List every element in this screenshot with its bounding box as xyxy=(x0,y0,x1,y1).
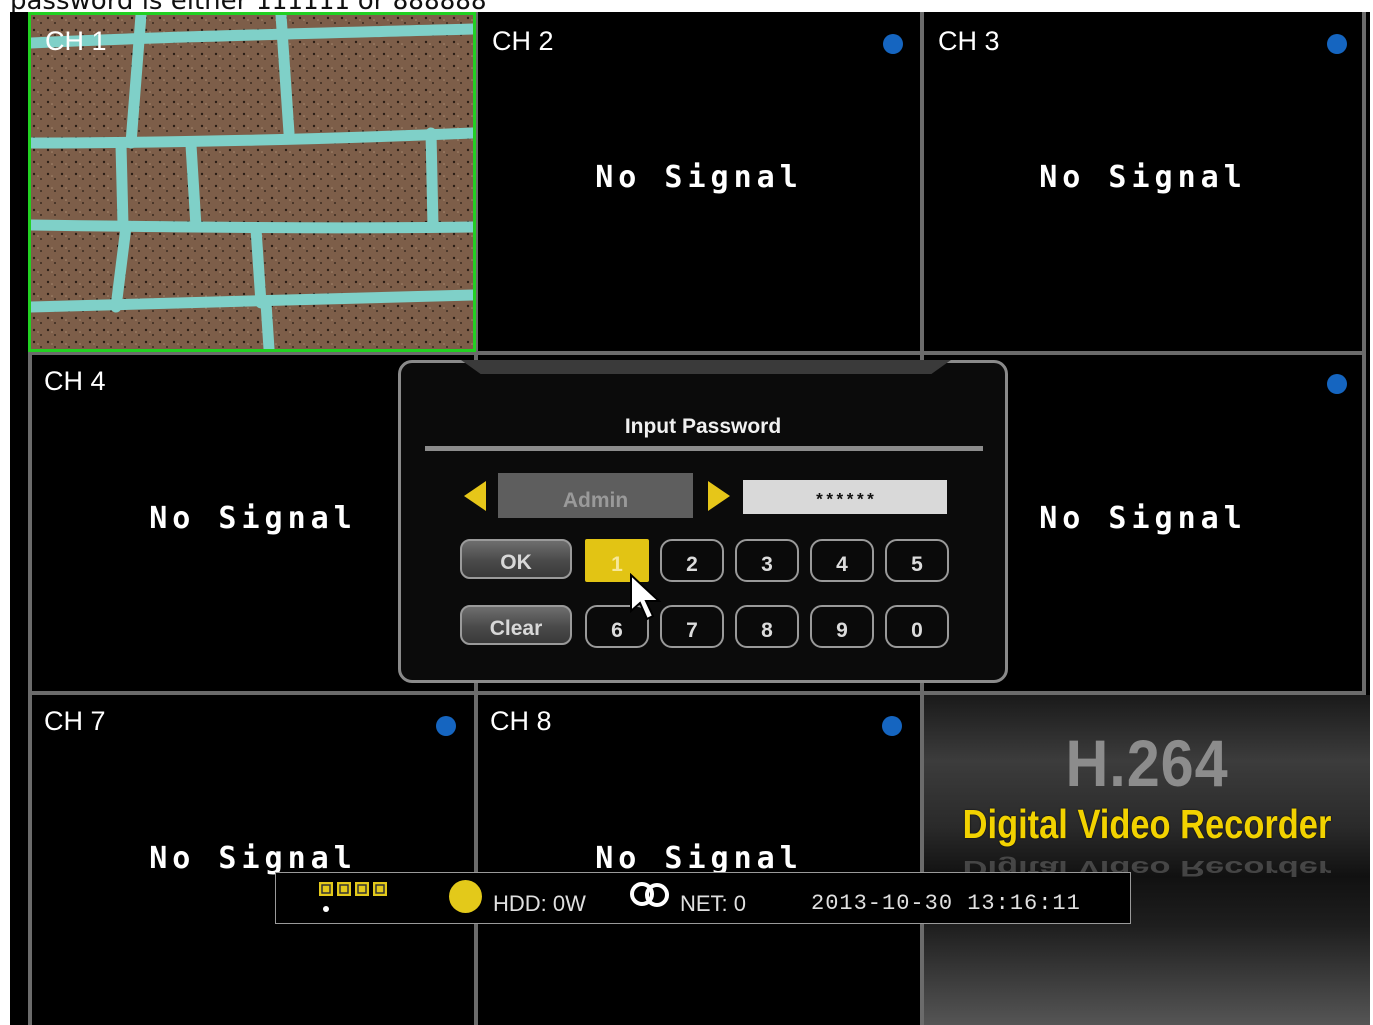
channel-3-label: CH 3 xyxy=(938,26,1000,56)
channel-2-status: No Signal xyxy=(595,160,803,195)
network-status-text: NET: 0 xyxy=(680,891,747,916)
keypad-key-5[interactable]: 5 xyxy=(885,539,949,582)
password-field[interactable]: ****** xyxy=(743,480,947,514)
hdd-status-text: HDD: 0W xyxy=(493,891,586,916)
channel-7-label: CH 7 xyxy=(44,706,106,736)
channel-4-label: CH 4 xyxy=(44,366,106,396)
record-indicator-icon xyxy=(1327,34,1347,54)
datetime-display: 2013-10-30 13:16:11 xyxy=(811,891,1081,916)
record-indicator-icon xyxy=(1327,374,1347,394)
password-dialog: Input Password Admin ****** OK Clear 1 2… xyxy=(398,360,1008,683)
user-select[interactable]: Admin xyxy=(498,473,693,518)
clear-button[interactable]: Clear xyxy=(460,605,572,645)
channel-1-label: CH 1 xyxy=(45,26,107,56)
channel-2-label: CH 2 xyxy=(492,26,554,56)
logo-h264: H.264 xyxy=(1065,726,1229,800)
channel-2-tile[interactable]: CH 2 No Signal xyxy=(478,12,920,351)
dvr-logo-tile: H.264 Digital Video Recorder Digital Vid… xyxy=(924,695,1370,1025)
dialog-top-tab xyxy=(461,360,951,374)
record-indicator-icon xyxy=(883,34,903,54)
status-bar: HDD: 0W NET: 0 2013-10-30 13:16:11 xyxy=(275,872,1131,924)
mouse-pointer-icon xyxy=(630,573,662,621)
channel-8-status: No Signal xyxy=(595,841,803,876)
network-link-icon xyxy=(630,882,669,907)
hdd-status-icon xyxy=(449,880,482,913)
channel-8-label: CH 8 xyxy=(490,706,552,736)
record-indicator-icon xyxy=(882,716,902,736)
logo-product-name: Digital Video Recorder xyxy=(962,801,1332,847)
channel-3-status: No Signal xyxy=(1039,160,1247,195)
keypad-key-2[interactable]: 2 xyxy=(660,539,724,582)
channel-7-status: No Signal xyxy=(149,841,357,876)
brick-wall-image xyxy=(31,15,473,349)
dialog-title: Input Password xyxy=(624,415,782,438)
keypad-key-9[interactable]: 9 xyxy=(810,605,874,648)
channel-7-tile[interactable]: CH 7 No Signal xyxy=(32,695,474,1025)
channel-1-video[interactable]: CH 1 xyxy=(28,12,476,352)
channel-3-tile[interactable]: CH 3 No Signal xyxy=(924,12,1362,351)
record-indicator-icon xyxy=(436,716,456,736)
previous-user-arrow-icon[interactable] xyxy=(464,481,486,511)
dvr-screen: CH 1 CH 2 No Signal CH 3 No Signal CH 4 … xyxy=(10,12,1370,1025)
keypad-key-0[interactable]: 0 xyxy=(885,605,949,648)
keypad-key-7[interactable]: 7 xyxy=(660,605,724,648)
keypad-key-3[interactable]: 3 xyxy=(735,539,799,582)
ok-button[interactable]: OK xyxy=(460,539,572,579)
keypad-key-8[interactable]: 8 xyxy=(735,605,799,648)
keypad-key-4[interactable]: 4 xyxy=(810,539,874,582)
channel-grid-icon xyxy=(319,882,387,912)
next-user-arrow-icon[interactable] xyxy=(708,481,730,511)
channel-8-tile[interactable]: CH 8 No Signal xyxy=(478,695,920,1025)
dialog-divider xyxy=(425,446,983,451)
